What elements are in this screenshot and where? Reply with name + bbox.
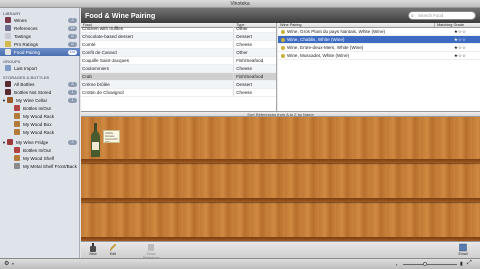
chevron-down-icon[interactable]: ▾ (12, 262, 14, 266)
fridge-icon (6, 139, 13, 145)
wine-pairing-list[interactable]: Wine Pairing Matching Grade Wine, Gros P… (278, 23, 480, 111)
table-row[interactable]: Coquille Saint-Jacques Fish/Seafood (81, 57, 276, 65)
rating-stars[interactable]: ★☆☆ (454, 53, 466, 59)
in-out-icon (14, 147, 20, 153)
disclosure-triangle-icon[interactable]: ▼ (2, 98, 6, 103)
rating-stars[interactable]: ★☆☆ (454, 45, 466, 51)
sidebar-item-last-import[interactable]: Last Import (0, 64, 80, 72)
sidebar-item-wood-shelf[interactable]: My Wood Shelf (0, 154, 80, 162)
wine-row[interactable]: Wine, Muscadet, White (Wine) ★☆☆ (278, 52, 480, 60)
sidebar-item-food-pairing[interactable]: Food Pairing 194 (0, 48, 80, 56)
import-icon (5, 65, 11, 71)
sidebar-item-bottles-not-stored[interactable]: Bottles Not Stored 1 (0, 88, 80, 96)
book-icon (5, 25, 11, 31)
wine-row-selected[interactable]: Wine, Chablis, White (Wine) ★☆☆ (278, 36, 480, 44)
disclosure-triangle-icon[interactable]: ▼ (2, 140, 6, 145)
table-row[interactable]: Comté Cheese (81, 41, 276, 49)
in-out-icon (14, 105, 20, 111)
shelf-icon (14, 155, 20, 161)
table-row[interactable]: Confit de Canard Other (81, 49, 276, 57)
sidebar-item-wood-box[interactable]: My Wood Box (0, 120, 80, 128)
wine-dot-icon (281, 29, 285, 34)
sidebar-item-references[interactable]: References 19 (0, 24, 80, 32)
sidebar-item-wood-rack-2[interactable]: My Wood Rack (0, 128, 80, 136)
zoom-in-icon: ▮ (460, 261, 463, 267)
plate-icon (5, 49, 11, 55)
sidebar-item-wines[interactable]: Wines 2 (0, 16, 80, 24)
metal-shelf-icon (14, 163, 20, 169)
title-bar: Vinoteka (0, 0, 480, 8)
wine-dot-icon (281, 53, 285, 58)
wine-shelf-view[interactable]: Chablis Domaine Grand 2010 White (81, 117, 480, 241)
zoom-out-icon: ▪ (396, 262, 398, 267)
main-pane: Food & Wine Pairing ⌕ Search Food Food T… (81, 8, 480, 260)
sidebar-item-pro-ratings[interactable]: Pro Ratings 0 (0, 40, 80, 48)
shelf-plank (81, 159, 480, 163)
rating-stars[interactable]: ★☆☆ (454, 29, 466, 35)
slider-knob[interactable] (423, 262, 427, 266)
glass-icon (5, 33, 11, 39)
sidebar-item-my-wine-fridge[interactable]: ▼ My Wine Fridge 2 (0, 138, 80, 146)
email-icon (459, 243, 467, 252)
table-row[interactable]: Crottin de Chavignol Cheese (81, 89, 276, 97)
app-window: Vinoteka LIBRARY Wines 2 References 19 Tas… (0, 0, 480, 269)
table-row[interactable]: Coulommiers Cheese (81, 65, 276, 73)
wine-icon (5, 17, 11, 23)
shelf-plank (81, 198, 480, 202)
wine-row[interactable]: Wine, Entre-deux-Mers, White (Wine) ★☆☆ (278, 44, 480, 52)
wine-row[interactable]: Wine, Gros Plant du pays Nantais, White … (278, 28, 480, 36)
table-row-selected[interactable]: Crab Fish/Seafood (81, 73, 276, 81)
sidebar-item-tastings[interactable]: Tastings 0 (0, 32, 80, 40)
search-placeholder: Search Food (418, 13, 444, 18)
search-icon: ⌕ (411, 13, 414, 19)
table-row[interactable]: Crème brûlée Dessert (81, 81, 276, 89)
sidebar-item-all-bottles[interactable]: All Bottles 5 (0, 80, 80, 88)
content-header: Food & Wine Pairing ⌕ Search Food (81, 8, 480, 23)
new-bottle-icon (90, 243, 96, 252)
column-header-wine-pairing[interactable]: Wine Pairing (278, 23, 434, 27)
references-table[interactable]: Food Type Chicken with truffles Other Cho… (81, 23, 277, 111)
rating-stars[interactable]: ★☆☆ (454, 37, 466, 43)
cellar-icon (6, 97, 13, 103)
fullscreen-icon[interactable]: ⤢ (467, 260, 472, 267)
window-title: Vinoteka (230, 1, 250, 7)
email-button[interactable]: Email (454, 243, 472, 256)
rack-icon (14, 129, 20, 135)
sidebar-item-wood-rack-1[interactable]: My Wood Rack (0, 112, 80, 120)
search-input[interactable]: ⌕ Search Food (408, 11, 476, 20)
sidebar: LIBRARY Wines 2 References 19 Tastings 0 Pr… (0, 8, 80, 258)
sidebar-item-fridge-bottles-in-out[interactable]: Bottles In/Out (0, 146, 80, 154)
bottle-icon (5, 89, 11, 95)
wine-bottle[interactable] (91, 123, 100, 157)
sidebar-item-metal-shelf[interactable]: My Metal Shelf Front/Back (0, 162, 80, 170)
gear-icon[interactable]: ⚙ (4, 260, 9, 267)
zoom-slider[interactable] (403, 262, 457, 266)
rating-icon (5, 41, 11, 47)
reference-icon (148, 244, 154, 251)
bottle-label-note: Chablis Domaine Grand 2010 White (103, 130, 120, 143)
wine-dot-icon (281, 37, 285, 42)
rack-icon (14, 113, 20, 119)
bottom-toolbar: New Edit Show Reference Email (81, 241, 480, 260)
column-header-matching-grade[interactable]: Matching Grade (434, 23, 480, 27)
table-row[interactable]: Chicken with truffles Other (81, 25, 276, 33)
sidebar-item-my-wine-cellar[interactable]: ▼ My Wine Cellar 1 (0, 96, 80, 104)
edit-button[interactable]: Edit (104, 243, 122, 256)
wine-dot-icon (281, 45, 285, 50)
status-bar: ⚙ ▾ ▪ ▮ ⤢ (0, 258, 480, 269)
table-row[interactable]: Chocolate-based dessert Dessert (81, 33, 276, 41)
new-button[interactable]: New (84, 243, 102, 256)
box-icon (14, 121, 20, 127)
page-title: Food & Wine Pairing (85, 11, 156, 20)
sidebar-item-cellar-bottles-in-out[interactable]: Bottles In/Out (0, 104, 80, 112)
pencil-icon (109, 243, 117, 252)
bottles-icon (5, 81, 11, 87)
